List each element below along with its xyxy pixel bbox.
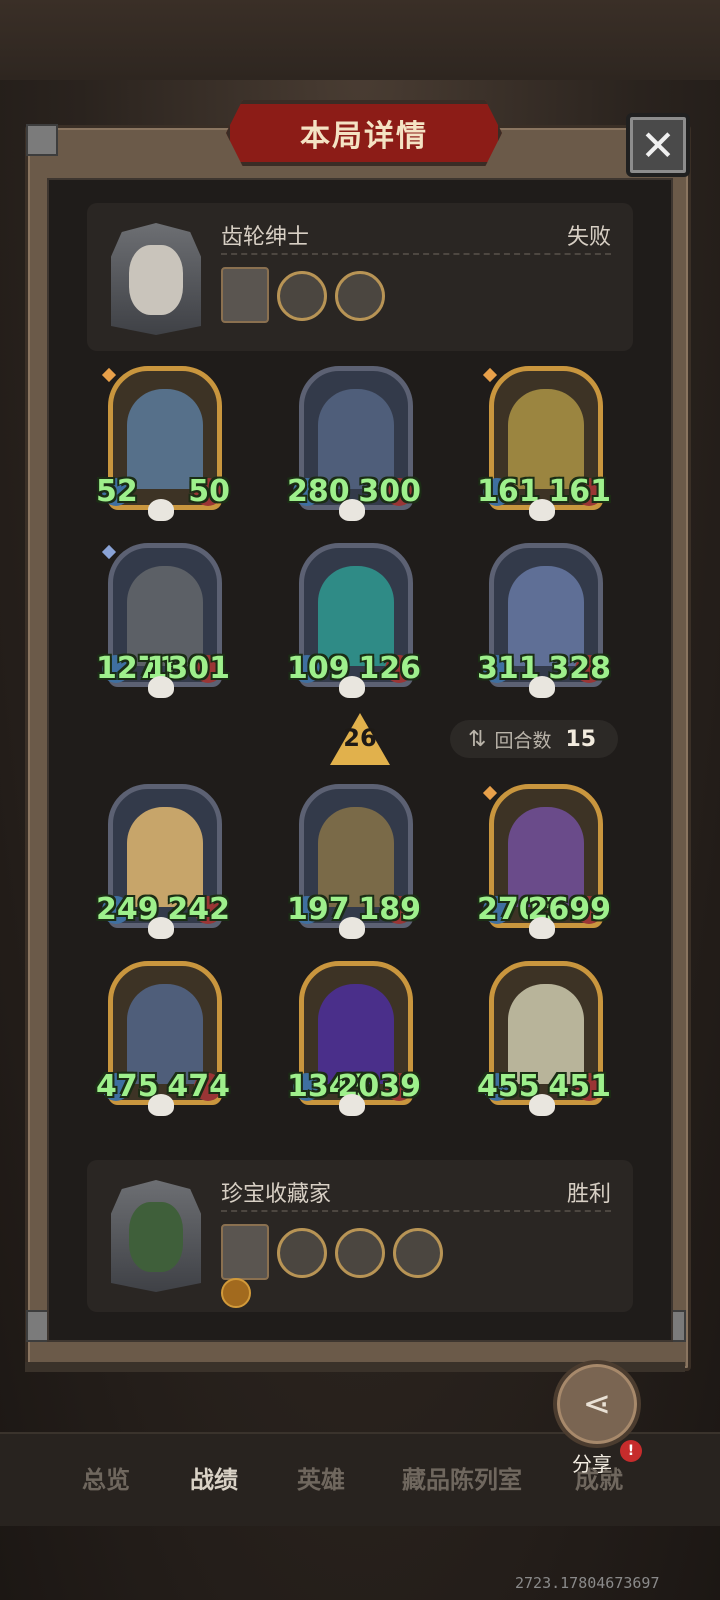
trinket-icon[interactable] <box>393 1228 443 1278</box>
top-player-items <box>221 267 385 323</box>
minion-card[interactable]: 1343 2039 <box>287 961 421 1117</box>
gear-gentleman-portrait-icon <box>129 245 183 315</box>
bottom-player-result: 胜利 <box>566 1182 611 1207</box>
divider <box>221 253 611 255</box>
skull-icon <box>529 499 555 521</box>
relic-card-icon[interactable] <box>221 267 269 323</box>
share-button[interactable]: ⋖ <box>553 1360 641 1448</box>
trinket-icon[interactable] <box>277 271 327 321</box>
tab-records[interactable]: 战绩 <box>190 1460 238 1495</box>
skull-icon <box>148 499 174 521</box>
minion-card[interactable]: 161 161 <box>477 366 611 522</box>
tier-gem-icon <box>101 367 117 383</box>
tab-collection[interactable]: 藏品陈列室 <box>402 1460 522 1495</box>
health-value: 474 <box>167 1069 230 1104</box>
turn-count-value: 15 <box>565 726 597 752</box>
minion-card[interactable]: 2705 2699 <box>477 784 611 940</box>
top-player-panel: 齿轮绅士 失败 <box>87 203 633 351</box>
health-value: 242 <box>167 892 230 927</box>
health-value: 451 <box>548 1069 611 1104</box>
frame-corner-tl <box>26 124 58 156</box>
skull-icon <box>339 499 365 521</box>
minion-card[interactable]: 109 126 <box>287 543 421 699</box>
coordinate-readout: 2723.17804673697 <box>515 1574 660 1592</box>
background-top <box>0 0 720 80</box>
attack-value: 52 <box>96 474 138 509</box>
skull-icon <box>339 917 365 939</box>
minion-card[interactable]: 280 300 <box>287 366 421 522</box>
close-button[interactable]: ✕ <box>626 113 690 177</box>
bottom-player-panel: 珍宝收藏家 胜利 <box>87 1160 633 1312</box>
tab-heroes[interactable]: 英雄 <box>297 1460 345 1495</box>
round-number: 26 <box>343 724 377 752</box>
skull-icon <box>339 676 365 698</box>
minion-card[interactable]: 249 242 <box>96 784 230 940</box>
health-value: 126 <box>358 651 421 686</box>
health-value: 50 <box>188 474 230 509</box>
share-icon: ⋖ <box>582 1384 612 1424</box>
title-banner: 本局详情 <box>226 100 502 166</box>
top-player-result: 失败 <box>566 225 611 250</box>
coin-icon[interactable] <box>221 1278 251 1308</box>
notification-badge: ! <box>620 1440 642 1462</box>
share-label: 分享 <box>572 1452 612 1476</box>
skull-icon <box>148 676 174 698</box>
health-value: 328 <box>548 651 611 686</box>
skull-icon <box>529 917 555 939</box>
skull-icon <box>529 1094 555 1116</box>
trinket-icon[interactable] <box>335 271 385 321</box>
health-value: 189 <box>358 892 421 927</box>
tier-gem-icon <box>101 544 117 560</box>
swap-icon: ⇅ <box>468 726 487 752</box>
top-player-name: 齿轮绅士 <box>221 225 310 250</box>
turn-count-label: 回合数 <box>494 729 552 752</box>
skull-icon <box>529 676 555 698</box>
close-icon: ✕ <box>640 120 676 170</box>
skull-icon <box>339 1094 365 1116</box>
top-player-avatar[interactable] <box>111 223 201 335</box>
tab-overview[interactable]: 总览 <box>82 1460 130 1495</box>
trinket-icon[interactable] <box>277 1228 327 1278</box>
minion-card[interactable]: 475 474 <box>96 961 230 1117</box>
bottom-player-items <box>221 1224 443 1280</box>
tier-gem-icon <box>482 367 498 383</box>
skull-icon <box>148 1094 174 1116</box>
divider <box>221 1210 611 1212</box>
skull-icon <box>148 917 174 939</box>
page-title: 本局详情 <box>300 119 428 154</box>
minion-card[interactable]: 52 50 <box>96 366 230 522</box>
relic-card-icon[interactable] <box>221 1224 269 1280</box>
health-value: 300 <box>358 474 421 509</box>
minion-card[interactable]: 197 189 <box>287 784 421 940</box>
health-value: 161 <box>548 474 611 509</box>
bottom-player-name: 珍宝收藏家 <box>221 1182 332 1207</box>
treasure-collector-portrait-icon <box>129 1202 183 1272</box>
minion-card[interactable]: 311 328 <box>477 543 611 699</box>
turn-count-pill: ⇅ 回合数 15 <box>450 720 618 758</box>
bottom-player-avatar[interactable] <box>111 1180 201 1292</box>
minion-card[interactable]: 1271 1301 <box>96 543 230 699</box>
minion-card[interactable]: 455 451 <box>477 961 611 1117</box>
trinket-icon[interactable] <box>335 1228 385 1278</box>
tier-gem-icon <box>482 785 498 801</box>
